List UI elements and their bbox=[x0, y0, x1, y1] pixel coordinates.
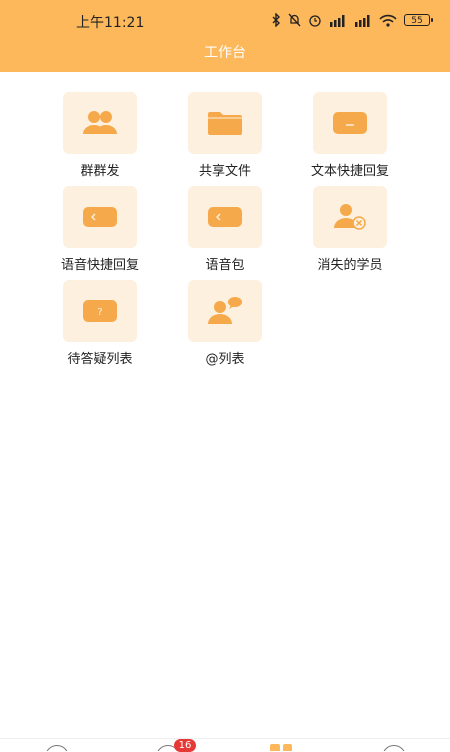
page-title: 工作台 bbox=[204, 45, 246, 61]
tile-label: 语音快捷回复 bbox=[60, 258, 139, 273]
alarm-icon bbox=[309, 15, 321, 27]
bottom-nav bbox=[0, 738, 450, 751]
mention-user-icon bbox=[208, 297, 242, 324]
tile-icon-box bbox=[63, 92, 137, 154]
signal-hd-2-icon bbox=[355, 14, 370, 27]
tile-label: 文本快捷回复 bbox=[310, 164, 389, 179]
tile-mention-list[interactable]: @列表 bbox=[170, 280, 280, 367]
tile-label: 消失的学员 bbox=[317, 258, 383, 273]
voice-pack-icon bbox=[208, 207, 242, 227]
tile-label: 语音包 bbox=[205, 258, 245, 273]
signal-hd-icon bbox=[330, 14, 345, 27]
status-icons: 55 bbox=[272, 11, 433, 29]
tile-icon-box bbox=[188, 186, 262, 248]
svg-text:?: ? bbox=[97, 307, 102, 318]
tile-shared-files[interactable]: 共享文件 bbox=[170, 92, 280, 179]
tile-text-quick-reply[interactable]: 文本快捷回复 bbox=[295, 92, 405, 179]
tile-icon-box bbox=[188, 92, 262, 154]
battery-indicator: 55 bbox=[404, 14, 433, 26]
tile-icon-box bbox=[63, 186, 137, 248]
group-users-icon bbox=[83, 111, 117, 134]
tile-label: @列表 bbox=[205, 352, 245, 367]
unread-badge: 16 bbox=[174, 739, 196, 752]
voice-reply-icon bbox=[83, 207, 117, 227]
tile-icon-box bbox=[188, 280, 262, 342]
tile-label: 共享文件 bbox=[198, 164, 251, 179]
app-header: 上午11:21 55 工作台 bbox=[0, 0, 450, 72]
mute-bell-icon bbox=[288, 13, 301, 27]
text-reply-icon bbox=[333, 112, 367, 134]
folder-icon bbox=[208, 112, 242, 135]
question-icon: ? bbox=[83, 300, 117, 322]
tile-voice-quick-reply[interactable]: 语音快捷回复 bbox=[45, 186, 155, 273]
tile-icon-box bbox=[313, 92, 387, 154]
status-time: 上午11:21 bbox=[76, 15, 145, 31]
nav-tab-4[interactable] bbox=[382, 745, 406, 751]
nav-tab-1[interactable] bbox=[45, 745, 69, 751]
wifi-icon bbox=[379, 14, 397, 27]
tile-voice-pack[interactable]: 语音包 bbox=[170, 186, 280, 273]
bluetooth-icon bbox=[272, 13, 280, 27]
tile-label: 群群发 bbox=[80, 164, 120, 179]
user-remove-icon bbox=[334, 204, 366, 230]
tile-icon-box bbox=[313, 186, 387, 248]
tile-group-broadcast[interactable]: 群群发 bbox=[45, 92, 155, 179]
tile-pending-questions[interactable]: ? 待答疑列表 bbox=[45, 280, 155, 367]
tile-lost-students[interactable]: 消失的学员 bbox=[295, 186, 405, 273]
tile-label: 待答疑列表 bbox=[67, 352, 133, 367]
tile-icon-box: ? bbox=[63, 280, 137, 342]
